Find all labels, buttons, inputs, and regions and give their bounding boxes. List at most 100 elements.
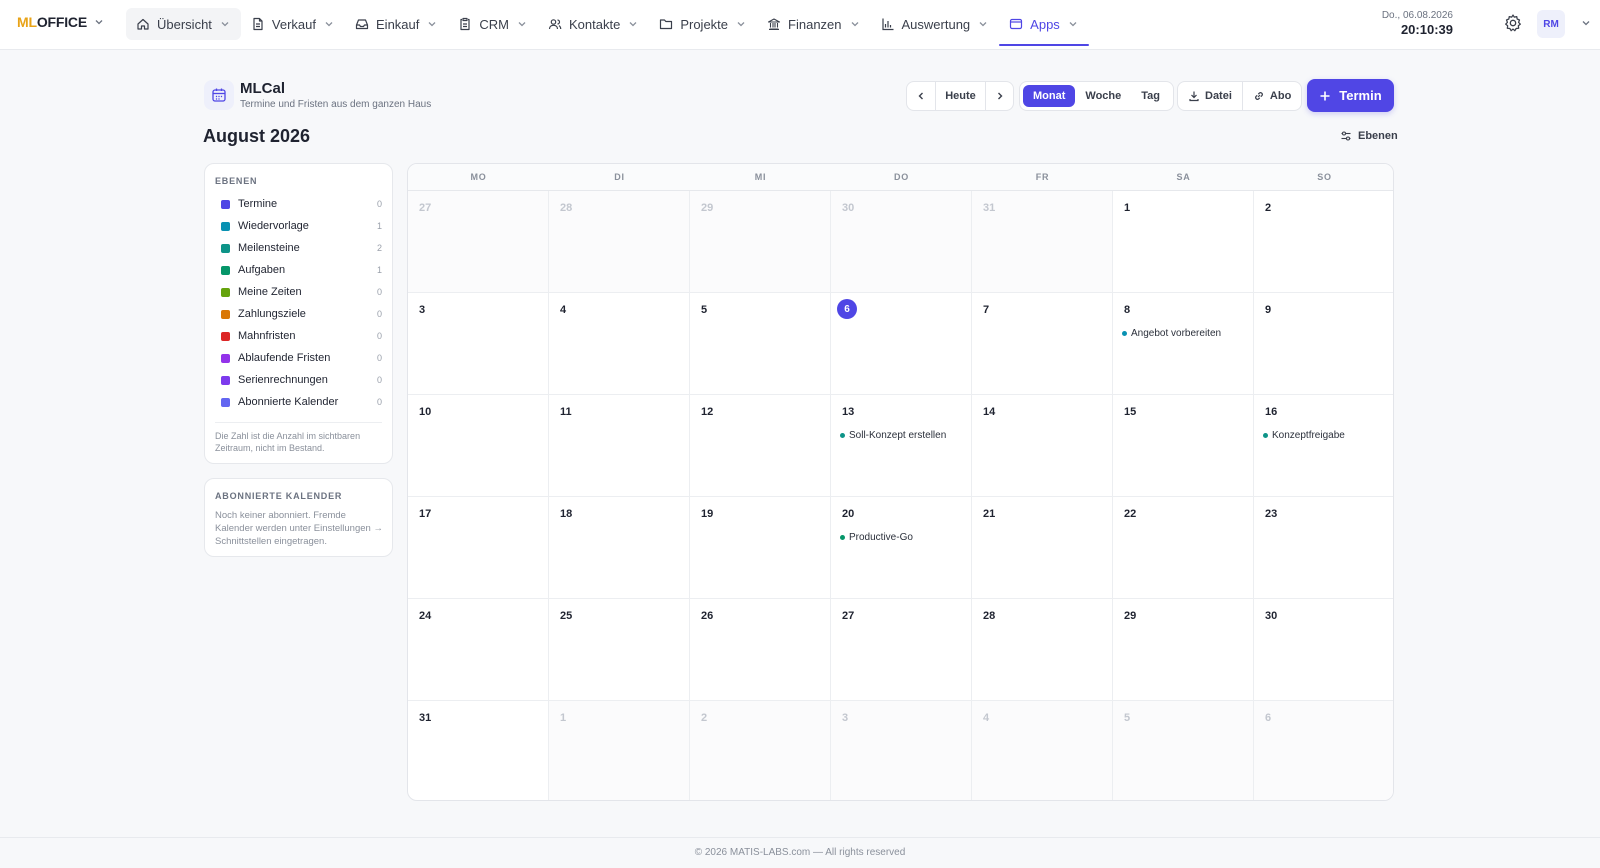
event-title: Soll-Konzept erstellen <box>849 430 947 441</box>
layer-item[interactable]: Abonnierte Kalender 0 <box>221 391 382 413</box>
day-cell[interactable]: 14 <box>972 395 1113 497</box>
nav-item-0[interactable]: Übersicht <box>126 8 241 40</box>
day-cell[interactable]: 9 <box>1254 293 1393 395</box>
day-cell[interactable]: 4 <box>549 293 690 395</box>
day-cell[interactable]: 29 <box>1113 599 1254 701</box>
day-cell[interactable]: 2 <box>1254 191 1393 293</box>
day-cell[interactable]: 5 <box>1113 701 1254 800</box>
next-month-button[interactable] <box>985 82 1013 110</box>
day-cell[interactable]: 22 <box>1113 497 1254 599</box>
chevron-down-icon <box>1067 18 1079 30</box>
day-cell[interactable]: 17 <box>408 497 549 599</box>
day-cell[interactable]: 1 <box>549 701 690 800</box>
day-number: 23 <box>1265 508 1278 520</box>
weekday-label: MI <box>754 172 767 182</box>
day-cell[interactable]: 10 <box>408 395 549 497</box>
day-cell[interactable]: 12 <box>690 395 831 497</box>
day-cell[interactable]: 5 <box>690 293 831 395</box>
layer-item[interactable]: Mahnfristen 0 <box>221 325 382 347</box>
day-cell[interactable]: 2 <box>690 701 831 800</box>
layer-item[interactable]: Wiedervorlage 1 <box>221 215 382 237</box>
day-cell[interactable]: 30 <box>831 191 972 293</box>
day-cell[interactable]: 3 <box>831 701 972 800</box>
layer-item[interactable]: Termine 0 <box>221 193 382 215</box>
weekday-header: MO DI MI DO FR SA SO <box>408 164 1393 191</box>
event-dot <box>1263 433 1268 438</box>
day-cell[interactable]: 16 Konzeptfreigabe <box>1254 395 1393 497</box>
day-cell[interactable]: 19 <box>690 497 831 599</box>
gear-icon[interactable] <box>1503 13 1523 33</box>
layer-item[interactable]: Meilensteine 2 <box>221 237 382 259</box>
calendar-event[interactable]: Konzeptfreigabe <box>1263 430 1345 441</box>
day-cell[interactable]: 8 Angebot vorbereiten <box>1113 293 1254 395</box>
calendar-event[interactable]: Angebot vorbereiten <box>1122 328 1221 339</box>
day-cell[interactable]: 4 <box>972 701 1113 800</box>
weekday-label: SA <box>1176 172 1191 182</box>
calendar-event[interactable]: Productive-Go <box>840 532 913 543</box>
day-cell[interactable]: 31 <box>972 191 1113 293</box>
nav-item-7[interactable]: Auswertung <box>871 8 1000 40</box>
view-tab-1[interactable]: Woche <box>1075 85 1131 107</box>
day-cell[interactable]: 6 <box>1254 701 1393 800</box>
layer-item[interactable]: Serienrechnungen 0 <box>221 369 382 391</box>
day-cell[interactable]: 7 <box>972 293 1113 395</box>
layer-item[interactable]: Aufgaben 1 <box>221 259 382 281</box>
view-tab-2[interactable]: Tag <box>1131 85 1170 107</box>
day-number: 9 <box>1265 304 1272 316</box>
day-cell[interactable]: 27 <box>408 191 549 293</box>
day-cell[interactable]: 18 <box>549 497 690 599</box>
day-number: 28 <box>560 202 573 214</box>
brand-logo[interactable]: MLOFFICE <box>17 14 105 30</box>
nav-item-6[interactable]: Finanzen <box>757 8 870 40</box>
day-number: 15 <box>1124 406 1137 418</box>
layer-item[interactable]: Meine Zeiten 0 <box>221 281 382 303</box>
day-cell[interactable]: 29 <box>690 191 831 293</box>
layer-label: Mahnfristen <box>238 330 296 342</box>
day-cell[interactable]: 13 Soll-Konzept erstellen <box>831 395 972 497</box>
nav-item-4[interactable]: Kontakte <box>538 8 649 40</box>
day-cell[interactable]: 30 <box>1254 599 1393 701</box>
day-cell[interactable]: 24 <box>408 599 549 701</box>
layer-item[interactable]: Zahlungsziele 0 <box>221 303 382 325</box>
layer-color-swatch <box>221 331 230 341</box>
view-tab-0[interactable]: Monat <box>1023 85 1076 107</box>
day-cell[interactable]: 1 <box>1113 191 1254 293</box>
day-number: 20 <box>842 508 855 520</box>
day-cell[interactable]: 3 <box>408 293 549 395</box>
chevron-down-icon[interactable] <box>1580 17 1592 29</box>
day-cell[interactable]: 15 <box>1113 395 1254 497</box>
day-cell[interactable]: 6 <box>831 293 972 395</box>
nav-item-8[interactable]: Apps <box>999 8 1089 46</box>
nav-item-1[interactable]: Verkauf <box>241 8 345 40</box>
day-cell[interactable]: 21 <box>972 497 1113 599</box>
day-cell[interactable]: 23 <box>1254 497 1393 599</box>
day-cell[interactable]: 11 <box>549 395 690 497</box>
chevron-down-icon <box>627 18 639 30</box>
calendar-event[interactable]: Soll-Konzept erstellen <box>840 430 946 441</box>
nav-item-3[interactable]: CRM <box>448 8 538 40</box>
layers-toggle-button[interactable]: Ebenen <box>1340 130 1398 142</box>
today-button[interactable]: Heute <box>935 82 985 110</box>
layer-item[interactable]: Ablaufende Fristen 0 <box>221 347 382 369</box>
day-cell[interactable]: 25 <box>549 599 690 701</box>
day-number: 25 <box>560 610 573 622</box>
day-number: 1 <box>560 712 567 724</box>
day-cell[interactable]: 31 <box>408 701 549 800</box>
day-cell[interactable]: 26 <box>690 599 831 701</box>
nav-item-2[interactable]: Einkauf <box>345 8 448 40</box>
nav-item-5[interactable]: Projekte <box>649 8 757 40</box>
day-number: 28 <box>983 610 996 622</box>
layer-count: 0 <box>376 331 382 341</box>
chevron-down-icon <box>849 18 861 30</box>
day-cell[interactable]: 20 Productive-Go <box>831 497 972 599</box>
layer-color-swatch <box>221 221 230 231</box>
day-number: 6 <box>837 299 857 319</box>
day-cell[interactable]: 28 <box>549 191 690 293</box>
day-cell[interactable]: 28 <box>972 599 1113 701</box>
prev-month-button[interactable] <box>907 82 935 110</box>
file-export-button[interactable]: Datei <box>1178 82 1242 110</box>
subscribe-button[interactable]: Abo <box>1241 82 1301 110</box>
avatar[interactable]: RM <box>1537 10 1565 38</box>
new-appointment-button[interactable]: Termin <box>1307 79 1394 112</box>
day-cell[interactable]: 27 <box>831 599 972 701</box>
